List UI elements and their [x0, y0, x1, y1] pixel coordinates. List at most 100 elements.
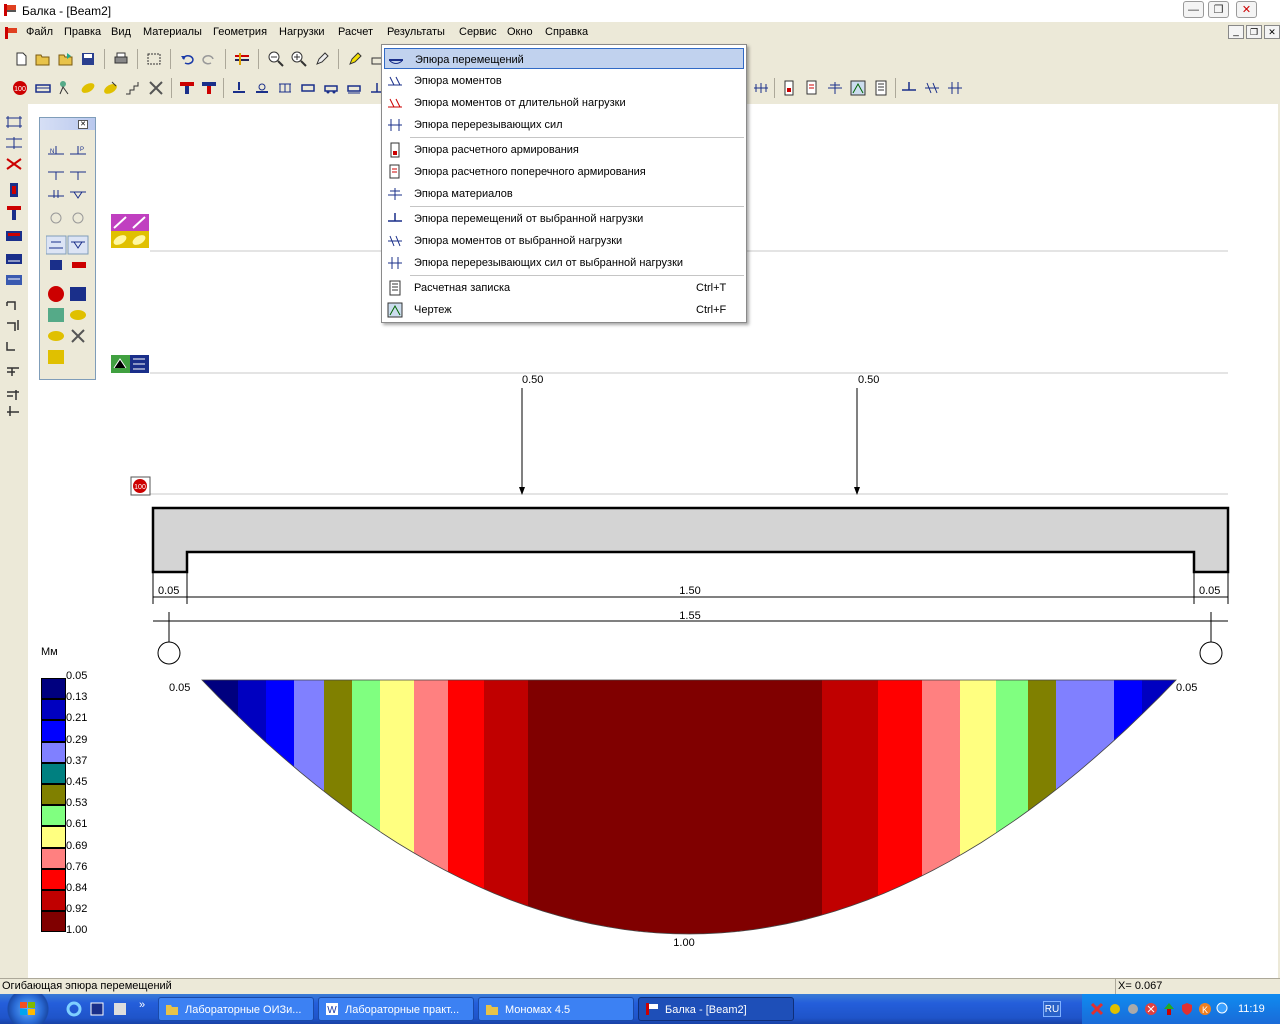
distributed-load-icon[interactable]	[276, 79, 294, 97]
menu-item-shear[interactable]: Эпюра перерезывающих сил	[384, 114, 744, 135]
moment-selected-toolbar-icon[interactable]	[752, 79, 770, 97]
menu-item-displacement[interactable]: Эпюра перемещений	[384, 48, 744, 69]
stairs-icon[interactable]	[124, 79, 142, 97]
select-rect-icon[interactable]	[145, 50, 163, 68]
pencil-icon[interactable]	[313, 50, 331, 68]
menu-file[interactable]: Файл	[26, 26, 53, 38]
zoom-in-icon[interactable]	[290, 50, 308, 68]
menu-service[interactable]: Сервис	[459, 26, 497, 38]
tray-search-icon[interactable]	[1216, 1002, 1230, 1016]
save-icon[interactable]	[79, 50, 97, 68]
worker-icon[interactable]	[56, 79, 74, 97]
drawing-toolbar-icon[interactable]	[849, 79, 867, 97]
palette-icons[interactable]: N P	[46, 144, 90, 380]
task-button-active[interactable]: Балка - [Beam2]	[638, 997, 794, 1021]
close-button[interactable]: ✕	[1236, 1, 1257, 18]
transverse-toolbar-icon[interactable]	[803, 79, 821, 97]
rebar-section-2-icon[interactable]	[4, 251, 24, 267]
menu-calculation[interactable]: Расчет	[338, 26, 373, 38]
tsection-icon[interactable]	[4, 205, 24, 221]
quicklaunch-chevron-icon[interactable]: »	[139, 999, 145, 1011]
mdi-restore-button[interactable]: ❐	[1246, 25, 1262, 39]
tbeam-blue-icon[interactable]	[200, 79, 218, 97]
zoom-out-icon[interactable]	[267, 50, 285, 68]
menu-loads[interactable]: Нагрузки	[279, 26, 325, 38]
quicklaunch-app-icon[interactable]	[89, 1001, 105, 1017]
selected-moment-toolbar-icon[interactable]	[923, 79, 941, 97]
reinforcement-toolbar-icon[interactable]	[780, 79, 798, 97]
tray-k-icon[interactable]: K	[1198, 1002, 1212, 1016]
bracket-4-icon[interactable]	[4, 362, 24, 378]
maximize-button[interactable]: ❐	[1208, 1, 1229, 18]
open-folder-icon[interactable]	[34, 50, 52, 68]
rebar-section-icon[interactable]	[4, 228, 24, 244]
undo-icon[interactable]	[178, 50, 196, 68]
menu-view[interactable]: Вид	[111, 26, 131, 38]
task-button-1[interactable]: Лабораторные ОИЗи...	[158, 997, 314, 1021]
palette-close-icon[interactable]: ✕	[78, 120, 88, 129]
ie-icon[interactable]	[66, 1001, 82, 1017]
load-car-icon[interactable]	[322, 79, 340, 97]
bracket-icon[interactable]	[4, 296, 24, 312]
menu-item-selected-moments[interactable]: Эпюра моментов от выбранной нагрузки	[384, 230, 744, 251]
leaf-icon[interactable]	[79, 79, 97, 97]
selected-disp-toolbar-icon[interactable]	[900, 79, 918, 97]
support-roller-icon[interactable]	[253, 79, 271, 97]
report-toolbar-icon[interactable]	[872, 79, 890, 97]
task-button-3[interactable]: Мономах 4.5	[478, 997, 634, 1021]
tray-sync-icon[interactable]	[1126, 1002, 1140, 1016]
tray-safely-remove-icon[interactable]	[1162, 1002, 1176, 1016]
menu-item-materials[interactable]: Эпюра материалов	[384, 183, 744, 204]
menu-item-reinforcement[interactable]: Эпюра расчетного армирования	[384, 139, 744, 160]
menu-window[interactable]: Окно	[507, 26, 533, 38]
minimize-button[interactable]: —	[1183, 1, 1204, 18]
load-block-icon[interactable]	[299, 79, 317, 97]
mdi-close-button[interactable]: ✕	[1264, 25, 1280, 39]
rebar-section-3-icon[interactable]	[4, 272, 24, 288]
tray-shield-icon[interactable]	[1180, 1002, 1194, 1016]
language-indicator[interactable]: RU	[1043, 1001, 1061, 1017]
tools-icon[interactable]	[147, 79, 165, 97]
print-icon[interactable]	[112, 50, 130, 68]
tray-close-icon[interactable]	[1144, 1002, 1158, 1016]
quicklaunch-app2-icon[interactable]	[112, 1001, 128, 1017]
menu-materials[interactable]: Материалы	[143, 26, 202, 38]
section-icon[interactable]	[4, 182, 24, 198]
canvas-icon-group-1[interactable]	[111, 214, 149, 248]
mdi-minimize-button[interactable]: _	[1228, 25, 1244, 39]
menu-edit[interactable]: Правка	[64, 26, 101, 38]
menu-item-drawing[interactable]: Чертеж Ctrl+F	[384, 299, 744, 320]
menu-results[interactable]: Результаты	[387, 26, 445, 38]
materials-toolbar-icon[interactable]	[826, 79, 844, 97]
calc-icon[interactable]: 100	[11, 79, 29, 97]
open-folder-2-icon[interactable]	[57, 50, 75, 68]
bracket-2-icon[interactable]	[4, 317, 24, 333]
menu-item-moments[interactable]: Эпюра моментов	[384, 70, 744, 91]
menu-geometry[interactable]: Геометрия	[213, 26, 267, 38]
menu-item-report[interactable]: Расчетная записка Ctrl+T	[384, 277, 744, 298]
canvas-icon-group-2[interactable]	[111, 355, 149, 373]
canvas-calc-icon[interactable]: 100	[130, 476, 151, 496]
redo-icon[interactable]	[200, 50, 218, 68]
node-move-icon[interactable]	[4, 135, 24, 151]
tbeam-red-icon[interactable]	[178, 79, 196, 97]
bracket-5-icon[interactable]	[4, 386, 24, 402]
menu-item-selected-shear[interactable]: Эпюра перерезывающих сил от выбранной на…	[384, 252, 744, 273]
new-file-icon[interactable]	[12, 50, 30, 68]
bracket-3-icon[interactable]	[4, 339, 24, 355]
tray-antivirus-icon[interactable]	[1090, 1002, 1104, 1016]
layers-icon[interactable]	[233, 50, 251, 68]
beam-rebar-icon[interactable]	[34, 79, 52, 97]
menu-help[interactable]: Справка	[545, 26, 588, 38]
highlighter-icon[interactable]	[346, 50, 364, 68]
tray-network-icon[interactable]	[1108, 1002, 1122, 1016]
start-button[interactable]	[0, 994, 52, 1024]
leaf-pen-icon[interactable]	[101, 79, 119, 97]
node-insert-icon[interactable]	[4, 114, 24, 130]
menu-item-transverse-reinforcement[interactable]: Эпюра расчетного поперечного армирования	[384, 161, 744, 182]
menu-item-selected-displacement[interactable]: Эпюра перемещений от выбранной нагрузки	[384, 208, 744, 229]
menu-item-long-term-moments[interactable]: Эпюра моментов от длительной нагрузки	[384, 92, 744, 113]
node-delete-icon[interactable]	[4, 156, 24, 172]
support-pin-icon[interactable]	[230, 79, 248, 97]
bracket-6-icon[interactable]	[4, 402, 24, 418]
